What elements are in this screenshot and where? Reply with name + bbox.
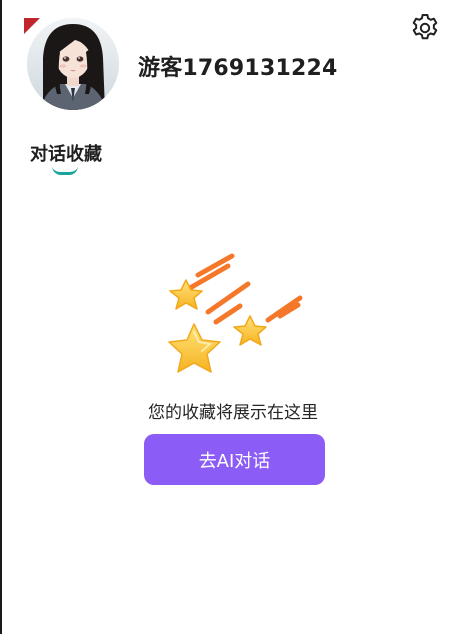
corner-mark (24, 18, 40, 34)
username: 游客1769131224 (138, 56, 338, 81)
tab-bar: 对话收藏 (30, 140, 102, 175)
gear-icon (412, 14, 438, 40)
avatar[interactable] (27, 18, 119, 110)
empty-state-message: 您的收藏将展示在这里 (148, 403, 318, 423)
left-edge-divider (0, 0, 2, 634)
tab-label: 对话收藏 (30, 144, 102, 165)
tab-chat-favorites[interactable]: 对话收藏 (30, 140, 102, 175)
settings-button[interactable] (407, 10, 443, 46)
tab-active-indicator (52, 166, 78, 175)
shooting-stars-icon (160, 250, 310, 385)
avatar-image (27, 18, 119, 110)
go-ai-chat-button[interactable]: 去AI对话 (144, 434, 325, 485)
